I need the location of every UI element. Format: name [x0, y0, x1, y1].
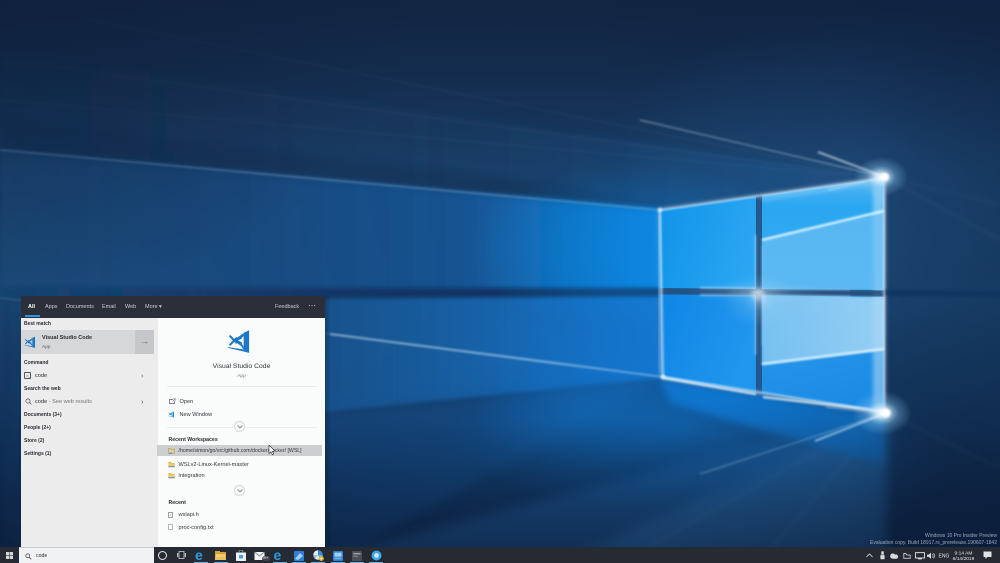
svg-text:6/14/2019: 6/14/2019 — [953, 556, 975, 562]
svg-text:ENG: ENG — [939, 554, 950, 560]
svg-text:9:14 AM: 9:14 AM — [955, 551, 973, 557]
